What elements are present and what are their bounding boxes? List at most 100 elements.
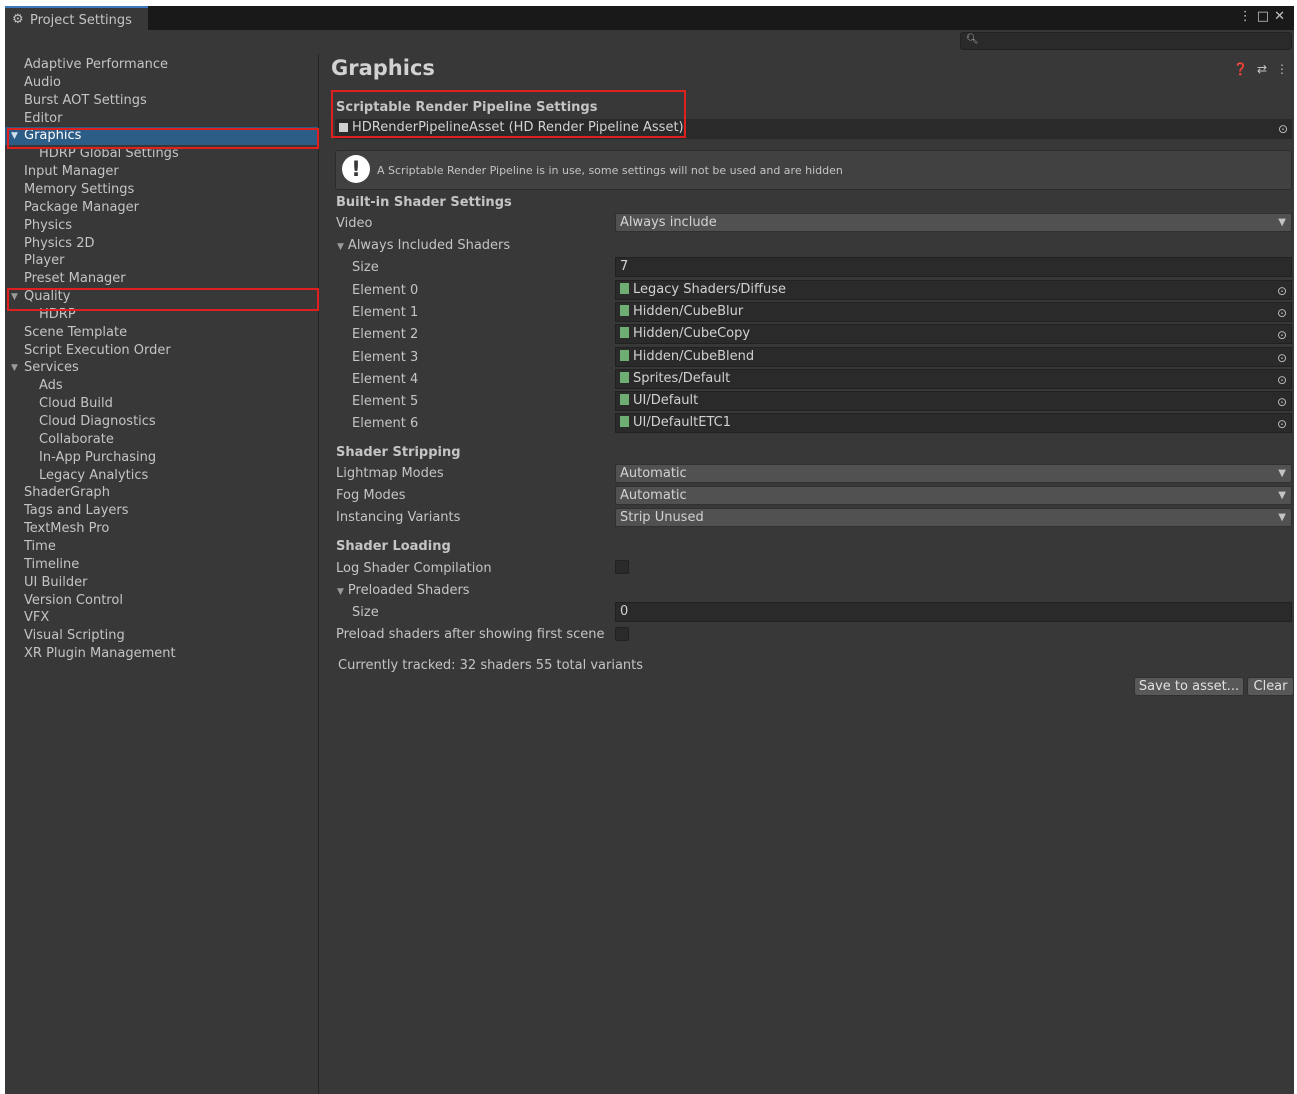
clear-button[interactable]: Clear	[1247, 677, 1294, 696]
fog-value: Automatic	[620, 488, 687, 503]
more-options-icon[interactable]: ⋮	[1239, 9, 1257, 24]
instancing-value: Strip Unused	[620, 510, 704, 525]
shader-object-field[interactable]: UI/Default ⊙	[615, 391, 1292, 411]
sidebar-item-ui-builder[interactable]: UI Builder	[5, 574, 318, 592]
sidebar-item-burst-aot-settings[interactable]: Burst AOT Settings	[5, 92, 318, 110]
foldout-arrow-icon: ▼	[337, 587, 344, 597]
tab-project-settings[interactable]: ⚙ Project Settings	[5, 6, 148, 32]
object-picker-icon[interactable]: ⊙	[1277, 349, 1287, 367]
element-label: Element 2	[352, 327, 419, 343]
sidebar-item-label: Visual Scripting	[24, 628, 125, 644]
shader-object-field[interactable]: Hidden/CubeCopy ⊙	[615, 324, 1292, 345]
sidebar-item-label: Tags and Layers	[24, 503, 129, 519]
object-picker-icon[interactable]: ⊙	[1277, 393, 1287, 411]
shader-object-field[interactable]: UI/DefaultETC1 ⊙	[615, 413, 1292, 434]
object-picker-icon[interactable]: ⊙	[1278, 120, 1288, 138]
help-icon[interactable]: ❓	[1233, 62, 1248, 76]
sidebar-item-label: Memory Settings	[24, 181, 135, 197]
lightmap-dropdown[interactable]: Automatic ▼	[615, 464, 1292, 483]
sidebar-item-time[interactable]: Time	[5, 538, 318, 556]
element-label: Element 4	[352, 371, 419, 387]
sidebar-item-services[interactable]: ▼ Services	[5, 359, 318, 377]
object-picker-icon[interactable]: ⊙	[1277, 304, 1287, 322]
sidebar-item-label: Physics 2D	[24, 235, 95, 251]
sidebar-item-legacy-analytics[interactable]: Legacy Analytics	[5, 467, 318, 485]
object-picker-icon[interactable]: ⊙	[1277, 326, 1287, 344]
object-picker-icon[interactable]: ⊙	[1277, 415, 1287, 433]
shader-asset-icon	[620, 327, 629, 339]
sidebar-item-label: VFX	[24, 610, 50, 626]
object-picker-icon[interactable]: ⊙	[1277, 371, 1287, 389]
sidebar-item-version-control[interactable]: Version Control	[5, 592, 318, 610]
shader-name: Sprites/Default	[633, 370, 731, 386]
video-dropdown[interactable]: Always include ▼	[615, 213, 1292, 232]
sidebar-item-timeline[interactable]: Timeline	[5, 556, 318, 574]
shader-object-field[interactable]: Hidden/CubeBlend ⊙	[615, 346, 1292, 367]
info-text: A Scriptable Render Pipeline is in use, …	[377, 164, 843, 177]
settings-sidebar: Adaptive Performance Audio Burst AOT Setti…	[5, 54, 319, 1094]
sidebar-item-physics[interactable]: Physics	[5, 217, 318, 235]
sidebar-item-vfx[interactable]: VFX	[5, 609, 318, 627]
size-field[interactable]: 7	[615, 257, 1292, 277]
sidebar-item-tags-and-layers[interactable]: Tags and Layers	[5, 502, 318, 520]
log-compilation-label: Log Shader Compilation	[336, 561, 492, 576]
sidebar-item-cloud-diagnostics[interactable]: Cloud Diagnostics	[5, 413, 318, 431]
sidebar-item-label: Timeline	[24, 556, 80, 572]
preloaded-foldout[interactable]: ▼ Preloaded Shaders	[337, 583, 470, 598]
shader-name: Hidden/CubeBlend	[633, 348, 755, 364]
sidebar-item-shadergraph[interactable]: ShaderGraph	[5, 484, 318, 502]
save-to-asset-button[interactable]: Save to asset...	[1134, 677, 1244, 696]
more-options-icon[interactable]: ⋮	[1276, 62, 1288, 76]
size-value: 7	[620, 259, 629, 274]
element-label: Element 0	[352, 283, 419, 298]
sidebar-item-label: Input Manager	[24, 164, 119, 180]
expand-arrow-icon[interactable]: ▼	[11, 359, 18, 377]
object-picker-icon[interactable]: ⊙	[1277, 282, 1287, 300]
preload-after-checkbox[interactable]	[615, 627, 629, 641]
sidebar-item-visual-scripting[interactable]: Visual Scripting	[5, 627, 318, 645]
sidebar-item-label: In-App Purchasing	[39, 449, 157, 465]
shader-asset-icon	[620, 416, 629, 428]
shader-object-field[interactable]: Sprites/Default ⊙	[615, 368, 1292, 389]
search-input[interactable]: 🔍︎	[960, 32, 1292, 50]
sidebar-item-editor[interactable]: Editor	[5, 110, 318, 128]
sidebar-item-label: Player	[24, 253, 65, 269]
log-compilation-checkbox[interactable]	[615, 560, 629, 574]
preloaded-size-field[interactable]: 0	[615, 602, 1292, 622]
sidebar-item-audio[interactable]: Audio	[5, 74, 318, 92]
sidebar-item-input-manager[interactable]: Input Manager	[5, 163, 318, 181]
sidebar-item-label: Script Execution Order	[24, 342, 171, 358]
sidebar-item-collaborate[interactable]: Collaborate	[5, 431, 318, 449]
sidebar-item-package-manager[interactable]: Package Manager	[5, 199, 318, 217]
sidebar-item-xr-plugin-management[interactable]: XR Plugin Management	[5, 645, 318, 663]
close-icon[interactable]: ✕	[1274, 9, 1290, 24]
sidebar-item-physics-2d[interactable]: Physics 2D	[5, 235, 318, 253]
search-icon: 🔍︎	[966, 34, 979, 45]
preset-icon[interactable]: ⇄	[1257, 62, 1267, 76]
fog-dropdown[interactable]: Automatic ▼	[615, 486, 1292, 505]
sidebar-item-adaptive-performance[interactable]: Adaptive Performance	[5, 56, 318, 74]
sidebar-item-script-execution-order[interactable]: Script Execution Order	[5, 342, 318, 360]
title-bar: ⚙ Project Settings ⋮□✕	[5, 6, 1294, 32]
shader-object-field[interactable]: Hidden/CubeBlur ⊙	[615, 302, 1292, 323]
sidebar-item-ads[interactable]: Ads	[5, 377, 318, 395]
sidebar-item-player[interactable]: Player	[5, 252, 318, 270]
sidebar-item-label: Services	[24, 360, 79, 376]
foldout-arrow-icon: ▼	[337, 242, 344, 252]
instancing-dropdown[interactable]: Strip Unused ▼	[615, 508, 1292, 527]
always-included-label: Always Included Shaders	[347, 238, 511, 253]
shader-asset-icon	[620, 305, 629, 317]
sidebar-item-cloud-build[interactable]: Cloud Build	[5, 395, 318, 413]
sidebar-item-textmesh-pro[interactable]: TextMesh Pro	[5, 520, 318, 538]
sidebar-item-memory-settings[interactable]: Memory Settings	[5, 181, 318, 199]
srp-highlight-box	[331, 90, 686, 138]
page-title: Graphics	[331, 56, 435, 80]
always-included-foldout[interactable]: ▼ Always Included Shaders	[337, 238, 510, 253]
lightmap-label: Lightmap Modes	[336, 466, 444, 481]
sidebar-item-scene-template[interactable]: Scene Template	[5, 324, 318, 342]
maximize-icon[interactable]: □	[1257, 9, 1274, 24]
sidebar-item-in-app-purchasing[interactable]: In-App Purchasing	[5, 449, 318, 467]
shader-object-field[interactable]: Legacy Shaders/Diffuse ⊙	[615, 280, 1292, 300]
sidebar-item-preset-manager[interactable]: Preset Manager	[5, 270, 318, 288]
quality-highlight-box	[7, 288, 319, 311]
